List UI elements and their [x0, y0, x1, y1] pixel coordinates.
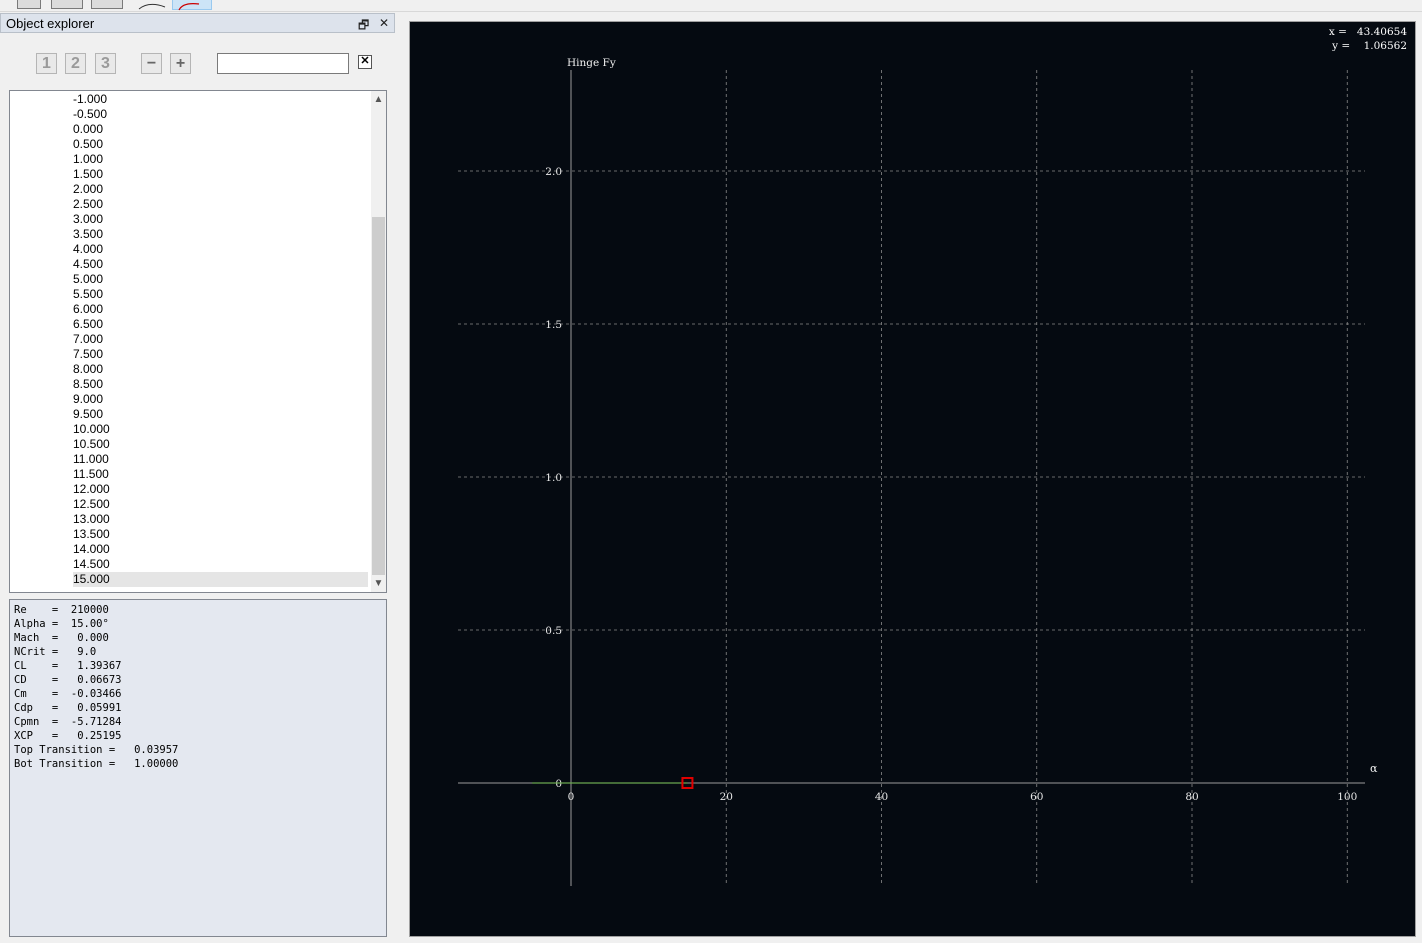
- y-tick-label: 1.5: [545, 319, 562, 331]
- list-item[interactable]: 5.500: [73, 287, 368, 302]
- object-explorer-titlebar: Object explorer 🗗 ✕: [0, 13, 395, 33]
- property-line: CL = 1.39367: [14, 660, 122, 672]
- readout-y: y = 1.06562: [1332, 40, 1407, 52]
- list-item[interactable]: 7.500: [73, 347, 368, 362]
- property-line: Re = 210000: [14, 604, 109, 616]
- search-input[interactable]: [217, 53, 349, 74]
- property-line: NCrit = 9.0: [14, 646, 97, 658]
- restore-icon[interactable]: 🗗: [358, 16, 369, 37]
- list-item[interactable]: 6.000: [73, 302, 368, 317]
- list-item[interactable]: 3.500: [73, 227, 368, 242]
- chart-title: Hinge Fy: [567, 57, 616, 69]
- property-line: Cm = -0.03466: [14, 688, 122, 700]
- list-item[interactable]: 4.000: [73, 242, 368, 257]
- list-item[interactable]: 13.000: [73, 512, 368, 527]
- scroll-up-icon[interactable]: ▲: [371, 91, 386, 108]
- property-line: Cpmn = -5.71284: [14, 716, 122, 728]
- list-item[interactable]: 8.000: [73, 362, 368, 377]
- list-item[interactable]: 14.500: [73, 557, 368, 572]
- polar-view-icon[interactable]: [172, 0, 212, 11]
- y-tick-label: 0: [555, 778, 562, 790]
- list-item[interactable]: 13.500: [73, 527, 368, 542]
- list-item[interactable]: 12.000: [73, 482, 368, 497]
- list-item[interactable]: 4.500: [73, 257, 368, 272]
- list-item[interactable]: 6.500: [73, 317, 368, 332]
- list-item[interactable]: 10.500: [73, 437, 368, 452]
- airfoil-view-icon[interactable]: [137, 0, 167, 10]
- list-item[interactable]: 8.500: [73, 377, 368, 392]
- list-item[interactable]: 3.000: [73, 212, 368, 227]
- property-line: Top Transition = 0.03957: [14, 744, 179, 756]
- toolbar-button-1[interactable]: [17, 0, 41, 9]
- clear-search-button[interactable]: ✕: [358, 55, 372, 69]
- x-tick-label: 40: [875, 791, 888, 803]
- x-axis-label: α: [1370, 762, 1378, 775]
- list-item[interactable]: 0.000: [73, 122, 368, 137]
- readout-x: x = 43.40654: [1328, 26, 1407, 38]
- scroll-down-icon[interactable]: ▼: [371, 575, 386, 592]
- list-item[interactable]: 1.500: [73, 167, 368, 182]
- property-line: CD = 0.06673: [14, 674, 122, 686]
- scrollbar-thumb[interactable]: [372, 217, 385, 575]
- list-item[interactable]: 11.500: [73, 467, 368, 482]
- toolbar-button-2[interactable]: [51, 0, 83, 9]
- list-item[interactable]: 2.000: [73, 182, 368, 197]
- properties-panel: Re = 210000 Alpha = 15.00° Mach = 0.000 NCr…: [9, 599, 387, 937]
- property-line: Mach = 0.000: [14, 632, 109, 644]
- plot-area[interactable]: 0 20 40 60 80 100 0 0.5 1.0 1.5 2.0 Hinge Fy α x = 4…: [409, 21, 1416, 937]
- x-tick-label: 0: [568, 791, 575, 803]
- object-tree-list[interactable]: -1.000 -0.500 0.000 0.500 1.000 1.500 2.000 2.5…: [9, 90, 387, 593]
- level-2-button[interactable]: 2: [65, 53, 86, 74]
- panel-title: Object explorer: [6, 16, 95, 31]
- polar-chart[interactable]: 0 20 40 60 80 100 0 0.5 1.0 1.5 2.0 Hinge Fy α: [410, 22, 1415, 936]
- property-line: Cdp = 0.05991: [14, 702, 122, 714]
- list-item[interactable]: 1.000: [73, 152, 368, 167]
- property-line: Alpha = 15.00°: [14, 618, 109, 630]
- list-item[interactable]: 14.000: [73, 542, 368, 557]
- property-line: Bot Transition = 1.00000: [14, 758, 179, 770]
- collapse-button[interactable]: −: [141, 53, 162, 74]
- list-item[interactable]: 0.500: [73, 137, 368, 152]
- list-item[interactable]: 11.000: [73, 452, 368, 467]
- close-icon[interactable]: ✕: [379, 16, 389, 30]
- list-item[interactable]: 2.500: [73, 197, 368, 212]
- y-tick-label: 0.5: [545, 625, 562, 637]
- list-item[interactable]: 7.000: [73, 332, 368, 347]
- list-item[interactable]: -0.500: [73, 107, 368, 122]
- vertical-scrollbar[interactable]: ▲ ▼: [371, 91, 386, 592]
- list-item[interactable]: 9.000: [73, 392, 368, 407]
- toolbar-button-3[interactable]: [91, 0, 123, 9]
- list-item[interactable]: 10.000: [73, 422, 368, 437]
- x-tick-label: 80: [1185, 791, 1198, 803]
- list-item[interactable]: 12.500: [73, 497, 368, 512]
- list-item[interactable]: 9.500: [73, 407, 368, 422]
- y-tick-label: 1.0: [545, 472, 562, 484]
- expand-button[interactable]: +: [170, 53, 191, 74]
- y-tick-label: 2.0: [545, 166, 562, 178]
- x-tick-label: 100: [1337, 791, 1357, 803]
- x-tick-label: 60: [1030, 791, 1043, 803]
- toolbar: [0, 0, 1422, 12]
- list-item[interactable]: -1.000: [73, 92, 368, 107]
- list-item[interactable]: 5.000: [73, 272, 368, 287]
- level-1-button[interactable]: 1: [36, 53, 57, 74]
- cursor-readout: x = 43.40654 y = 1.06562: [1329, 25, 1407, 53]
- property-line: XCP = 0.25195: [14, 730, 122, 742]
- x-tick-label: 20: [720, 791, 733, 803]
- level-3-button[interactable]: 3: [95, 53, 116, 74]
- list-item[interactable]: 15.000: [73, 572, 368, 587]
